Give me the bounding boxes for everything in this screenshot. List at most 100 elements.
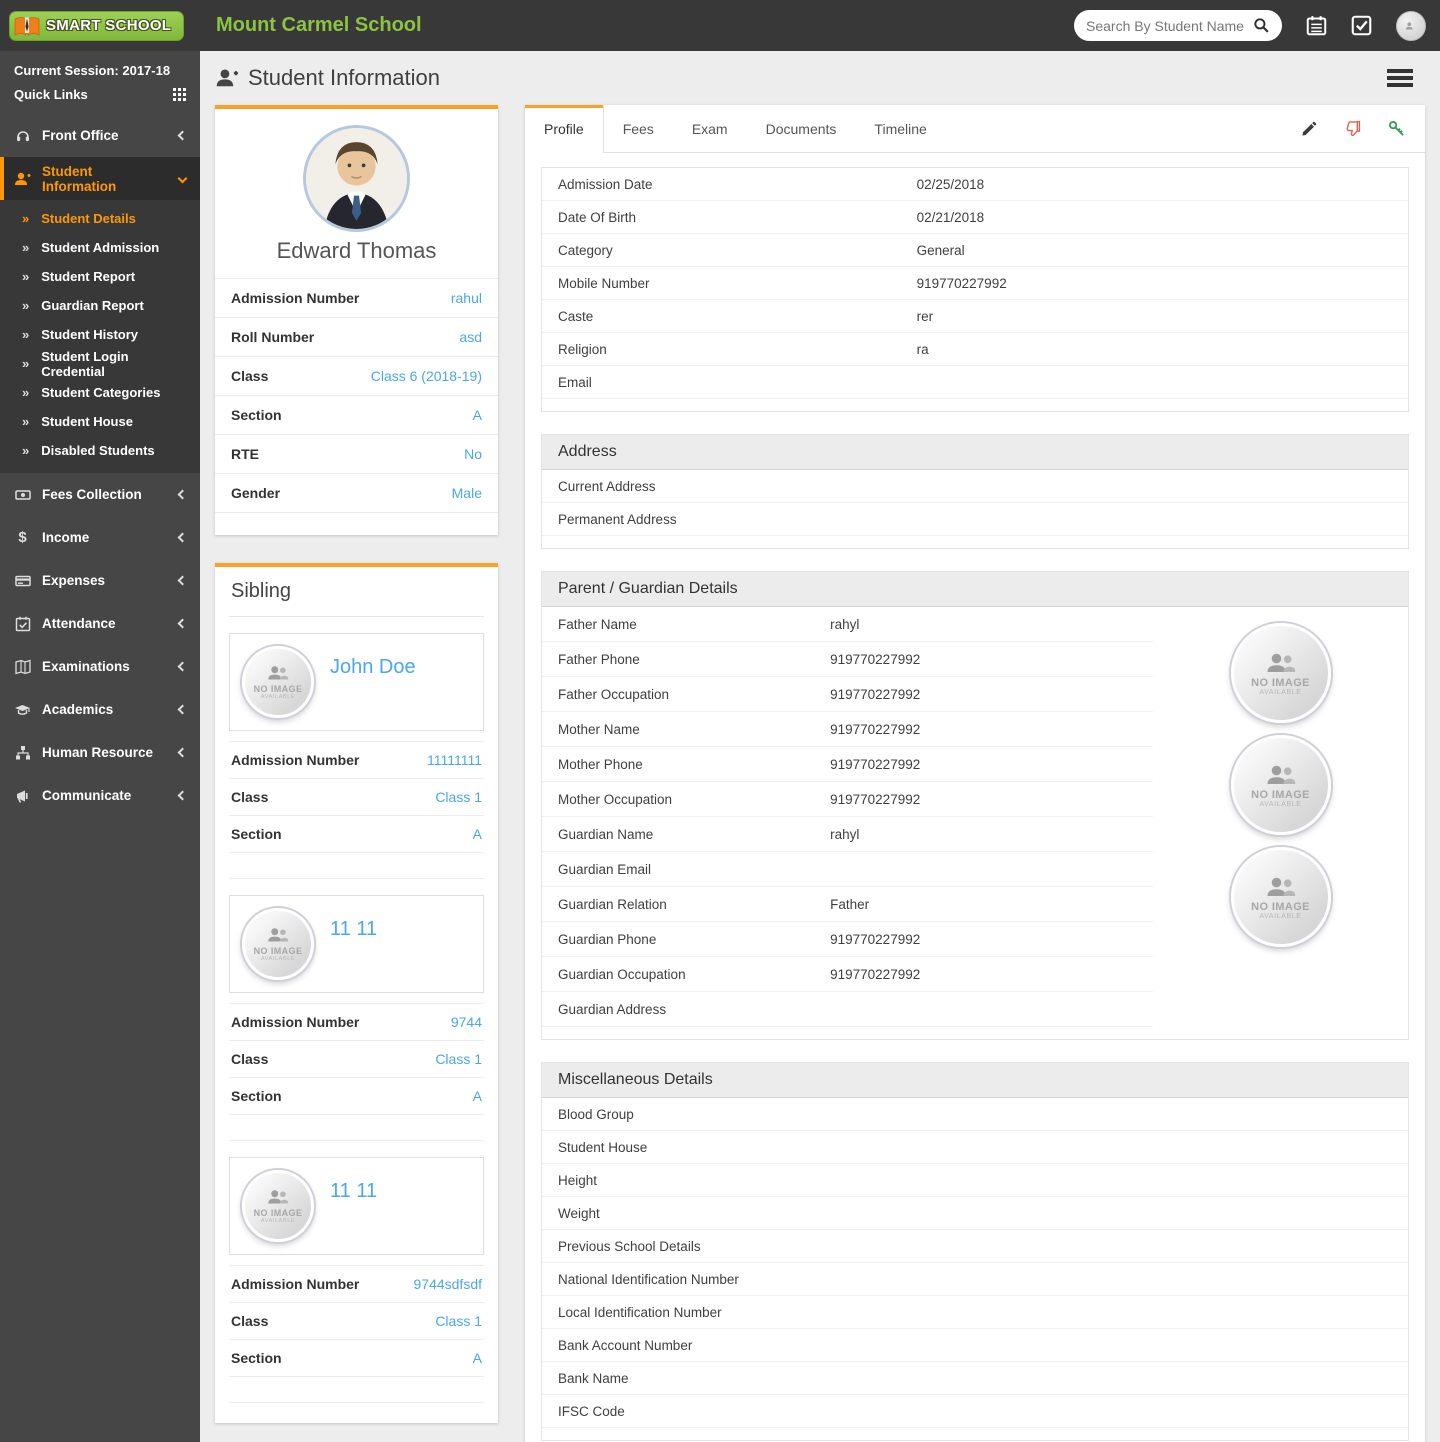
row-label: Current Address: [558, 478, 656, 494]
sidebar-item-fees-collection[interactable]: Fees Collection: [0, 473, 200, 516]
user-plus-icon: [216, 69, 238, 87]
empty-row: [229, 1115, 484, 1141]
row-label: IFSC Code: [558, 1403, 625, 1419]
sidebar-subitem[interactable]: » Student House: [0, 407, 200, 436]
sibling-entry[interactable]: NO IMAGE AVAILABLE 11 11: [229, 1157, 484, 1255]
tab-fees[interactable]: Fees: [604, 105, 673, 152]
sidebar-subitem[interactable]: » Student Admission: [0, 233, 200, 262]
search-input[interactable]: [1086, 17, 1253, 34]
row-label: Date Of Birth: [558, 209, 637, 225]
sidebar-subitem[interactable]: » Student Details: [0, 204, 200, 233]
row-label: Caste: [558, 308, 594, 324]
sidebar-subitem[interactable]: » Student Login Credential: [0, 349, 200, 379]
detail-row: Student House: [542, 1131, 1408, 1164]
sibling-name[interactable]: 11 11: [330, 1180, 377, 1203]
detail-row: Current Address: [542, 470, 1408, 503]
student-info-rows: Admission Number rahul Roll Number asd C…: [215, 278, 498, 513]
people-icon: [268, 928, 289, 942]
double-chevron-icon: »: [22, 298, 30, 313]
people-icon: [1267, 653, 1295, 672]
sidebar-item-communicate[interactable]: Communicate: [0, 774, 200, 817]
school-name: Mount Carmel School: [216, 14, 422, 36]
sidebar-item-label: Front Office: [42, 128, 119, 143]
user-avatar[interactable]: [1396, 10, 1426, 41]
row-value: 02/21/2018: [916, 209, 985, 225]
row-value: 919770227992: [916, 275, 1007, 291]
row-label: Guardian Occupation: [558, 966, 686, 982]
detail-row: Mother Name 919770227992: [542, 712, 1153, 747]
chevron-left-icon: [177, 790, 188, 801]
sibling-name[interactable]: 11 11: [330, 918, 377, 941]
row-label: Admission Number: [231, 752, 360, 768]
tasks-icon[interactable]: [1351, 15, 1372, 36]
double-chevron-icon: »: [22, 211, 30, 226]
row-label: Class: [231, 789, 269, 805]
sidebar-subitem-label: Student Report: [41, 269, 136, 284]
row-value: Class 1: [435, 1051, 482, 1067]
row-label: Admission Number: [231, 1014, 360, 1030]
row-value: ra: [916, 341, 929, 357]
tab-profile[interactable]: Profile: [525, 105, 604, 153]
row-label: Mother Occupation: [558, 791, 673, 807]
student-name: Edward Thomas: [276, 238, 437, 263]
sidebar-item-examinations[interactable]: Examinations: [0, 645, 200, 688]
tab-documents[interactable]: Documents: [747, 105, 856, 152]
sidebar-subitem[interactable]: » Disabled Students: [0, 436, 200, 465]
row-value: 11111111: [426, 752, 482, 768]
calendar-icon[interactable]: [1306, 15, 1327, 36]
sibling-entry[interactable]: NO IMAGE AVAILABLE John Doe: [229, 633, 484, 731]
sidebar-item-expenses[interactable]: Expenses: [0, 559, 200, 602]
sidebar-subitem[interactable]: » Student Categories: [0, 378, 200, 407]
student-info-row: Gender Male: [215, 474, 498, 513]
edit-pencil-icon[interactable]: [1301, 121, 1317, 137]
search-icon[interactable]: [1253, 17, 1270, 34]
sidebar-item-label: Expenses: [42, 573, 106, 588]
sibling-info-rows: Admission Number 9744sdfsdf Class Class …: [229, 1265, 484, 1377]
row-label: Mobile Number: [558, 275, 650, 291]
sibling-info-row: Section A: [229, 1078, 484, 1115]
login-key-icon[interactable]: [1388, 120, 1405, 137]
chevron-left-icon: [177, 704, 188, 715]
detail-row: Bank Name: [542, 1362, 1408, 1395]
sidebar-subitem[interactable]: » Guardian Report: [0, 291, 200, 320]
detail-row: Local Identification Number: [542, 1296, 1408, 1329]
sidebar-subitem[interactable]: » Student Report: [0, 262, 200, 291]
chevron-left-icon: [177, 130, 188, 141]
row-label: Section: [231, 407, 282, 423]
chevron-left-icon: [177, 489, 188, 500]
menu-toggle-button[interactable]: [1387, 66, 1413, 91]
tab-timeline[interactable]: Timeline: [855, 105, 945, 152]
sidebar-item-human-resource[interactable]: Human Resource: [0, 731, 200, 774]
row-value: 919770227992: [830, 966, 921, 982]
sidebar-item-academics[interactable]: Academics: [0, 688, 200, 731]
tab-exam[interactable]: Exam: [673, 105, 747, 152]
guardian-section-title: Parent / Guardian Details: [542, 572, 1408, 607]
no-image-subtext: AVAILABLE: [260, 694, 296, 700]
disable-thumbs-down-icon[interactable]: [1344, 120, 1361, 137]
sidebar-item-front-office[interactable]: Front Office: [0, 114, 200, 157]
quick-links[interactable]: Quick Links: [0, 80, 200, 114]
row-value: 919770227992: [830, 791, 921, 807]
sidebar: Current Session: 2017-18 Quick Links Fro…: [0, 51, 200, 1442]
empty-row: [229, 1377, 484, 1403]
double-chevron-icon: »: [22, 240, 30, 255]
double-chevron-icon: »: [22, 269, 30, 284]
people-icon: [1267, 877, 1295, 896]
row-label: Father Phone: [558, 651, 640, 667]
people-icon: [1267, 765, 1295, 784]
sibling-name[interactable]: John Doe: [330, 656, 416, 679]
detail-row: Father Occupation 919770227992: [542, 677, 1153, 712]
graduation-cap-icon: [14, 702, 31, 718]
chevron-down-icon: [177, 173, 188, 184]
app-logo[interactable]: SMART SCHOOL: [0, 0, 200, 51]
sidebar-item-student-information[interactable]: Student Information: [0, 157, 200, 200]
row-label: Roll Number: [231, 329, 315, 345]
sibling-entry[interactable]: NO IMAGE AVAILABLE 11 11: [229, 895, 484, 993]
row-label: Guardian Relation: [558, 896, 667, 912]
sidebar-subitem[interactable]: » Student History: [0, 320, 200, 349]
sibling-info-row: Section A: [229, 1340, 484, 1377]
row-label: Bank Account Number: [558, 1337, 693, 1353]
sidebar-item-income[interactable]: $ Income: [0, 516, 200, 559]
student-detail-panel: Profile Fees Exam Documents Timeline Adm…: [525, 105, 1425, 1442]
sidebar-item-attendance[interactable]: Attendance: [0, 602, 200, 645]
